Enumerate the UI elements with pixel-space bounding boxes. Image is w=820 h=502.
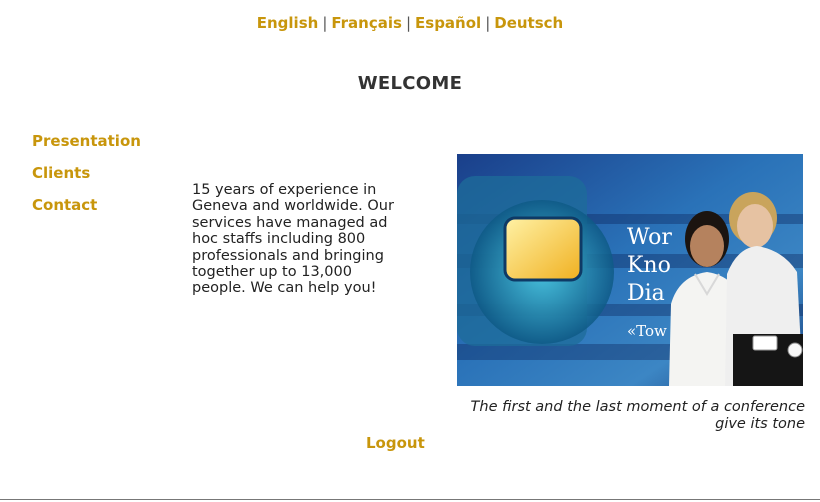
photo-caption: The first and the last moment of a confe… [440, 399, 805, 433]
lang-spanish-link[interactable]: Español [415, 14, 481, 32]
language-bar: English | Français | Español | Deutsch [0, 14, 820, 32]
page-title: WELCOME [357, 73, 463, 94]
banner-text-3: Dia [627, 281, 665, 306]
lang-english-link[interactable]: English [257, 14, 319, 32]
bottom-divider [0, 499, 820, 500]
intro-text: 15 years of experience in Geneva and wor… [192, 182, 394, 297]
nav-contact-link[interactable]: Contact [32, 195, 141, 227]
lang-separator: | [322, 14, 328, 32]
lang-separator: | [405, 14, 412, 32]
nav-clients-link[interactable]: Clients [32, 163, 141, 195]
lang-german-link[interactable]: Deutsch [494, 14, 563, 32]
logout-link[interactable]: Logout [366, 434, 425, 452]
banner-text-4: «Tow [627, 322, 667, 340]
side-nav: Presentation Clients Contact [32, 131, 141, 227]
conference-photo: Wor Kno Dia «Tow [457, 154, 803, 386]
lang-french-link[interactable]: Français [331, 14, 402, 32]
banner-text-2: Kno [627, 253, 671, 278]
lang-separator: | [485, 14, 491, 32]
banner-text-1: Wor [627, 225, 672, 250]
caption-line-2: give its tone [715, 416, 805, 432]
caption-line-1: The first and the last moment of a confe… [470, 399, 805, 415]
nav-presentation-link[interactable]: Presentation [32, 131, 141, 163]
